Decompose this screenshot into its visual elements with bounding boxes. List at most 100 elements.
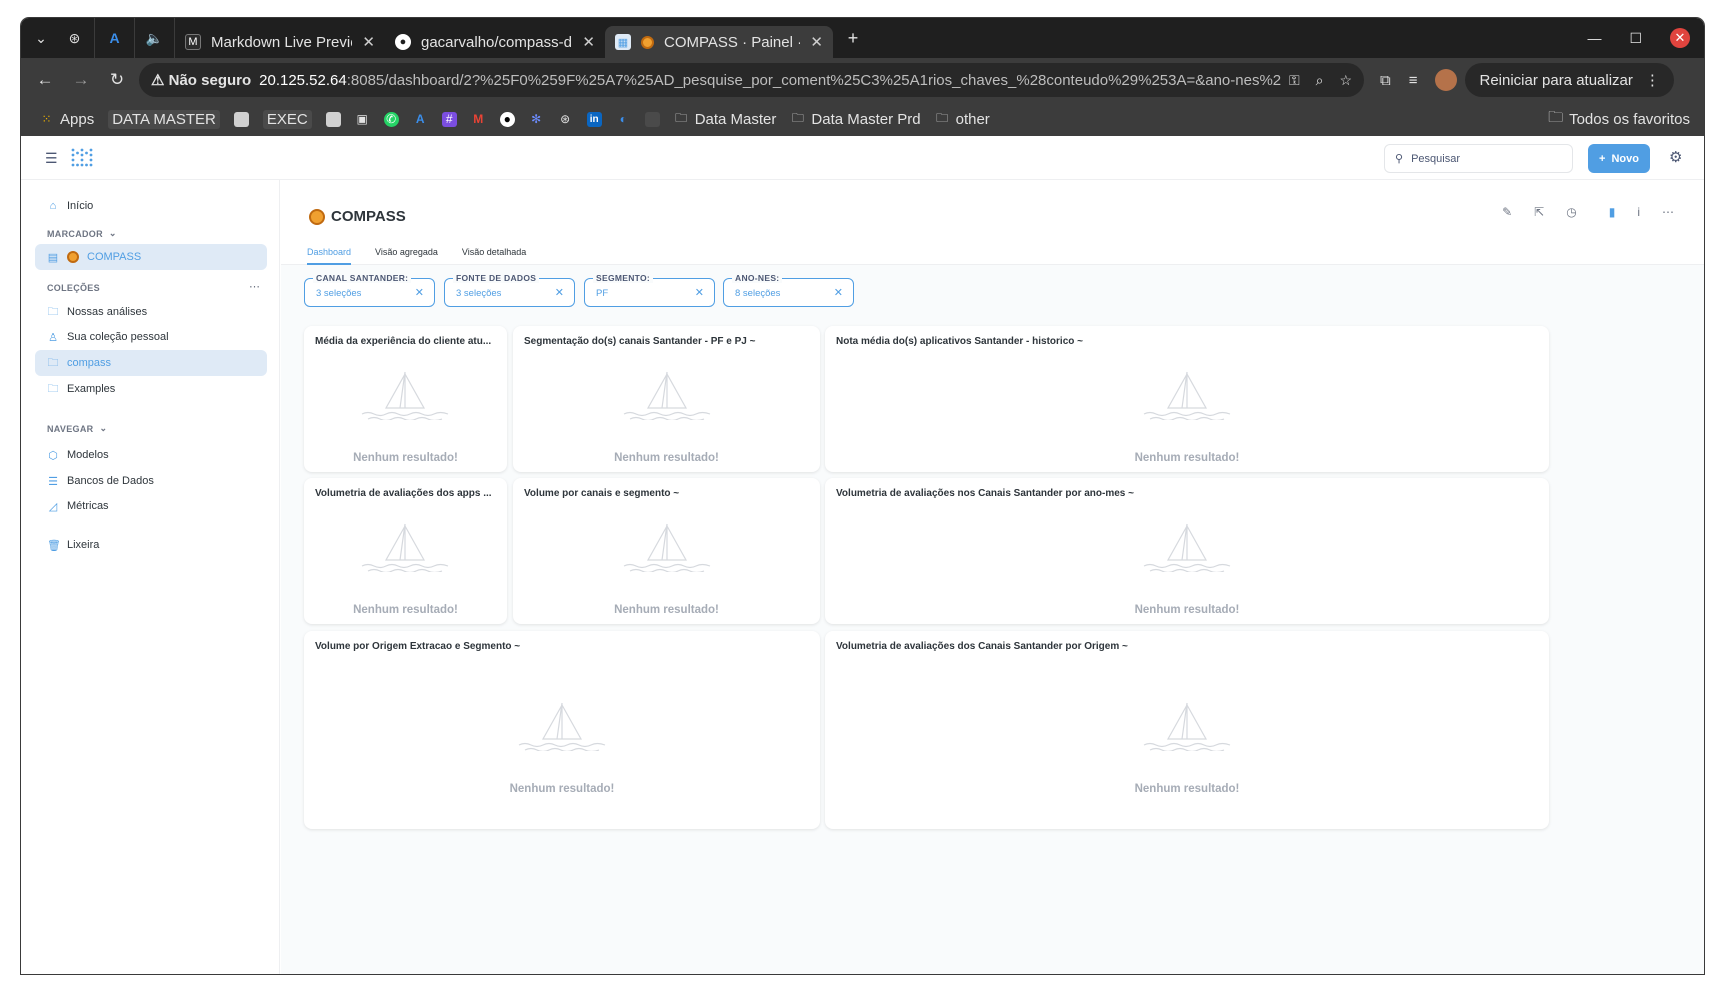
zoom-icon[interactable]: ⌕	[1316, 72, 1324, 89]
dashcard[interactable]: Volume por Origem Extracao e Segmento ~ …	[304, 631, 820, 829]
tab-visao-agregada[interactable]: Visão agregada	[375, 247, 438, 265]
share-icon[interactable]: ⇱	[1534, 205, 1544, 219]
sidebar-item-nossas-analises[interactable]: 🗀 Nossas análises	[35, 299, 267, 325]
edit-pencil-icon[interactable]: ✎	[1502, 205, 1512, 219]
bookmark-openai[interactable]: ⊛	[558, 112, 573, 127]
close-tab-icon[interactable]: ✕	[582, 33, 595, 51]
minimize-icon[interactable]: —	[1587, 30, 1601, 46]
bookmark-edge[interactable]: ◐	[616, 112, 631, 127]
sidebar-item-compass-collection[interactable]: 🗀 compass	[35, 350, 267, 376]
dashcard[interactable]: Volumetria de avaliações nos Canais Sant…	[825, 478, 1549, 624]
bookmark-data-master[interactable]: DATA MASTER	[108, 109, 220, 129]
clear-filter-icon[interactable]: ✕	[415, 286, 424, 299]
sidebar-header-bookmarks[interactable]: MARCADOR ⌄	[47, 228, 117, 239]
sidebar-item-trash[interactable]: 🗑 Lixeira	[35, 532, 267, 558]
dashcard[interactable]: Volumetria de avaliações dos Canais Sant…	[825, 631, 1549, 829]
settings-gear-icon[interactable]: ⚙	[1669, 148, 1682, 166]
clear-filter-icon[interactable]: ✕	[834, 286, 843, 299]
bookmark-icon[interactable]: ▮	[1609, 205, 1616, 219]
forward-arrow-icon[interactable]: →	[67, 66, 95, 94]
more-menu-icon[interactable]: ⋮	[1645, 71, 1660, 89]
card-title[interactable]: Volume por Origem Extracao e Segmento ~	[315, 641, 810, 652]
bookmark-blank-1[interactable]	[233, 111, 249, 127]
sidebar-item-compass-bookmark[interactable]: ▤ COMPASS	[35, 244, 267, 270]
bookmark-slack[interactable]: #	[441, 111, 457, 127]
sidebar-item-examples[interactable]: 🗀 Examples	[35, 376, 267, 402]
bookmark-folder-other[interactable]: 🗀 other	[935, 111, 990, 128]
collections-more-icon[interactable]: ⋯	[249, 280, 260, 293]
card-title[interactable]: Volume por canais e segmento ~	[524, 488, 814, 499]
tab-dashboard[interactable]: Dashboard	[307, 247, 352, 265]
history-clock-icon[interactable]: ◷	[1566, 205, 1576, 219]
sidebar-item-metrics[interactable]: ◿ Métricas	[35, 493, 267, 519]
clear-filter-icon[interactable]: ✕	[695, 286, 704, 299]
back-arrow-icon[interactable]: ←	[31, 66, 59, 94]
tab-markdown-live-preview[interactable]: M Markdown Live Preview ✕	[175, 26, 385, 58]
bookmark-exec[interactable]: EXEC	[262, 109, 312, 129]
card-title[interactable]: Volumetria de avaliações dos Canais Sant…	[836, 641, 1536, 652]
new-tab-button[interactable]: +	[839, 24, 867, 52]
card-title[interactable]: Média da experiência do cliente atu...	[315, 336, 500, 347]
update-button[interactable]: Reiniciar para atualizar ⋮	[1465, 63, 1674, 97]
card-title[interactable]: Nota média do(s) aplicativos Santander -…	[836, 336, 1536, 347]
pinned-tab-audio-icon[interactable]: 🔈	[135, 18, 175, 58]
address-bar[interactable]: ⚠ Não seguro 20.125.52.64:8085/dashboard…	[139, 63, 1364, 97]
reload-icon[interactable]: ↻	[103, 66, 131, 94]
security-warning[interactable]: ⚠ Não seguro	[151, 71, 251, 89]
close-window-icon[interactable]: ✕	[1670, 28, 1690, 48]
bookmark-star-icon[interactable]: ☆	[1339, 72, 1352, 89]
bookmark-tool[interactable]: ✻	[529, 112, 544, 127]
profile-avatar[interactable]	[1435, 69, 1458, 91]
sidebar-item-databases[interactable]: ☰ Bancos de Dados	[35, 468, 267, 494]
bookmark-whatsapp[interactable]: ✆	[383, 111, 399, 127]
bookmark-folder-data-master[interactable]: 🗀 Data Master	[674, 111, 776, 128]
card-title[interactable]: Volumetria de avaliações dos apps ...	[315, 488, 500, 499]
bookmark-blank-2[interactable]	[325, 111, 341, 127]
maximize-icon[interactable]: ☐	[1629, 30, 1642, 47]
url-text[interactable]: 20.125.52.64:8085/dashboard/2?%25F0%259F…	[259, 72, 1281, 89]
more-options-icon[interactable]: ⋯	[1662, 205, 1674, 219]
dashcard[interactable]: Nota média do(s) aplicativos Santander -…	[825, 326, 1549, 472]
metabase-logo-icon[interactable]	[71, 148, 93, 168]
bookmark-dark[interactable]	[644, 111, 660, 127]
dashcard[interactable]: Volume por canais e segmento ~ Nenhum re…	[513, 478, 820, 624]
dashcard[interactable]: Volumetria de avaliações dos apps ... Ne…	[304, 478, 507, 624]
sidebar-item-home[interactable]: ⌂ Início	[35, 193, 267, 219]
bookmark-folder-data-master-prd[interactable]: 🗀 Data Master Prd	[790, 111, 921, 128]
filter-ano-nes[interactable]: ANO-NES: 8 seleções ✕	[723, 273, 854, 307]
card-title[interactable]: Segmentação do(s) canais Santander - PF …	[524, 336, 814, 347]
dashcard[interactable]: Média da experiência do cliente atu... N…	[304, 326, 507, 472]
sidebar-item-models[interactable]: ⬡ Modelos	[35, 442, 267, 468]
bookmark-linkedin[interactable]: in	[586, 111, 602, 127]
tab-compass-painel[interactable]: ▦ COMPASS · Painel · M ✕	[605, 26, 833, 58]
bookmark-azure[interactable]: A	[413, 112, 428, 127]
sidebar-header-navigate[interactable]: NAVEGAR ⌄	[47, 423, 107, 434]
info-icon[interactable]: i	[1637, 205, 1640, 219]
filter-canal-santander[interactable]: CANAL SANTANDER: 3 seleções ✕	[304, 273, 435, 307]
dashboard-title[interactable]: COMPASS	[309, 208, 406, 225]
close-tab-icon[interactable]: ✕	[362, 33, 375, 51]
tab-search-chevron-icon[interactable]: ⌄	[27, 24, 55, 52]
hamburger-menu-icon[interactable]: ☰	[45, 150, 58, 167]
media-control-icon[interactable]: ≡	[1409, 72, 1418, 89]
password-key-icon[interactable]: ⚿	[1289, 72, 1300, 89]
bookmark-qr[interactable]: ▣	[355, 112, 370, 127]
filter-fonte-de-dados[interactable]: FONTE DE DADOS 3 seleções ✕	[444, 273, 575, 307]
clear-filter-icon[interactable]: ✕	[555, 286, 564, 299]
all-bookmarks[interactable]: 🗀 Todos os favoritos	[1548, 102, 1690, 136]
pinned-tab-openai-icon[interactable]: ⊛	[55, 18, 95, 58]
search-input[interactable]: ⚲ Pesquisar	[1384, 144, 1573, 173]
filter-segmento[interactable]: SEGMENTO: PF ✕	[584, 273, 715, 307]
close-tab-icon[interactable]: ✕	[810, 33, 823, 51]
bookmark-apps[interactable]: ⁙ Apps	[39, 111, 94, 128]
card-title[interactable]: Volumetria de avaliações nos Canais Sant…	[836, 488, 1536, 499]
extensions-puzzle-icon[interactable]: ⧉	[1380, 72, 1391, 89]
new-button[interactable]: + Novo	[1588, 144, 1650, 173]
tab-github[interactable]: ● gacarvalho/compass-dep ✕	[385, 26, 605, 58]
bookmark-github[interactable]: ●	[499, 111, 515, 127]
pinned-tab-azure-icon[interactable]: A	[95, 18, 135, 58]
bookmark-gmail[interactable]: M	[471, 112, 486, 127]
tab-visao-detalhada[interactable]: Visão detalhada	[462, 247, 526, 265]
dashcard[interactable]: Segmentação do(s) canais Santander - PF …	[513, 326, 820, 472]
sidebar-item-personal-collection[interactable]: ♙ Sua coleção pessoal	[35, 324, 267, 350]
